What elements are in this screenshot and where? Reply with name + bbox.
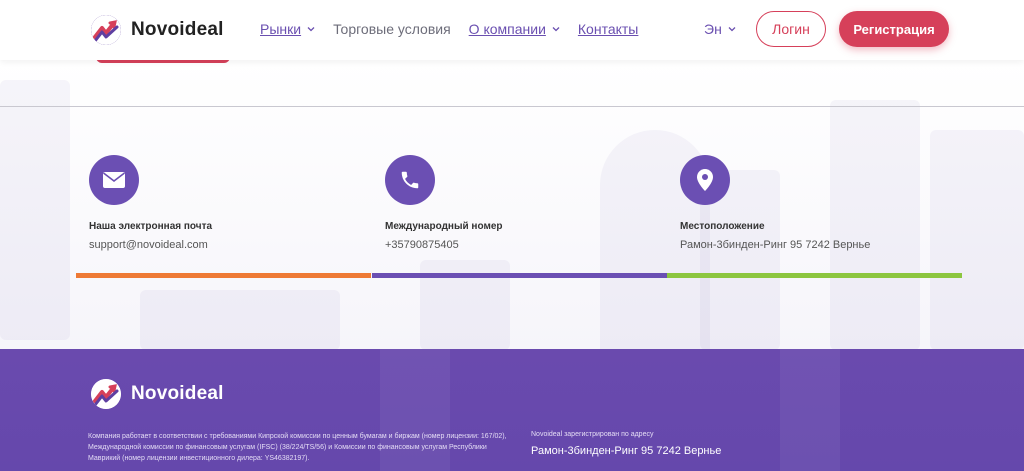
nav-item-label: Рынки xyxy=(260,21,302,37)
accent-bar xyxy=(372,273,667,278)
nav-item-markets[interactable]: Рынки xyxy=(260,21,315,37)
accent-bar xyxy=(667,273,962,278)
address-text: Рамон-3бинден-Ринг 95 7242 Вернье xyxy=(680,239,871,251)
contact-card-location: Местоположение Рамон-3бинден-Ринг 95 724… xyxy=(667,155,962,280)
registration-address: Рамон-3бинден-Ринг 95 7242 Вернье xyxy=(531,445,722,457)
phone-link[interactable]: +35790875405 xyxy=(385,239,459,251)
nav-item-label: Торговые условия xyxy=(333,21,451,37)
main-nav: Рынки Торговые условия О компании Контак… xyxy=(260,21,656,37)
registration-label: Novoideal зарегистрирован по адресу xyxy=(531,431,654,438)
site-footer: Novoideal Компания работает в соответств… xyxy=(0,349,1024,471)
envelope-icon xyxy=(89,155,139,205)
contact-card-email: Наша электронная почта support@novoideal… xyxy=(76,155,371,280)
legal-disclaimer: Компания работает в соответствии с требо… xyxy=(88,433,507,462)
nav-item-about[interactable]: О компании xyxy=(469,21,560,37)
contact-info: Наша электронная почта support@novoideal… xyxy=(76,155,962,280)
login-button[interactable]: Логин xyxy=(756,11,826,47)
contact-label: Местоположение xyxy=(680,221,765,232)
chevron-down-icon xyxy=(307,27,315,32)
site-header: Novoideal Рынки Торговые условия О компа… xyxy=(0,0,1024,60)
email-link[interactable]: support@novoideal.com xyxy=(89,239,208,251)
contact-label: Международный номер xyxy=(385,221,503,232)
contact-label: Наша электронная почта xyxy=(89,221,213,232)
phone-icon xyxy=(385,155,435,205)
nav-item-trading-conditions[interactable]: Торговые условия xyxy=(333,21,451,37)
register-button[interactable]: Регистрация xyxy=(839,11,949,47)
brand-logo[interactable]: Novoideal xyxy=(91,15,224,45)
logo-mark-icon xyxy=(91,15,121,45)
nav-item-label: О компании xyxy=(468,21,546,37)
footer-brand-name: Novoideal xyxy=(131,383,224,404)
location-pin-icon xyxy=(680,155,730,205)
chevron-down-icon xyxy=(728,27,736,32)
brand-name: Novoideal xyxy=(131,19,224,40)
language-selector[interactable]: Эн xyxy=(704,21,736,37)
nav-item-label: Контакты xyxy=(577,21,639,37)
footer-brand-logo[interactable]: Novoideal xyxy=(91,379,224,409)
bg-shape xyxy=(140,290,340,350)
chevron-down-icon xyxy=(552,27,560,32)
nav-item-contacts[interactable]: Контакты xyxy=(578,21,638,37)
logo-mark-icon xyxy=(91,379,121,409)
language-label: Эн xyxy=(704,21,722,37)
contact-card-phone: Международный номер +35790875405 xyxy=(372,155,667,280)
bg-shape xyxy=(780,349,840,471)
bg-shape xyxy=(0,80,70,340)
accent-bar xyxy=(76,273,371,278)
section-divider xyxy=(0,106,1024,107)
